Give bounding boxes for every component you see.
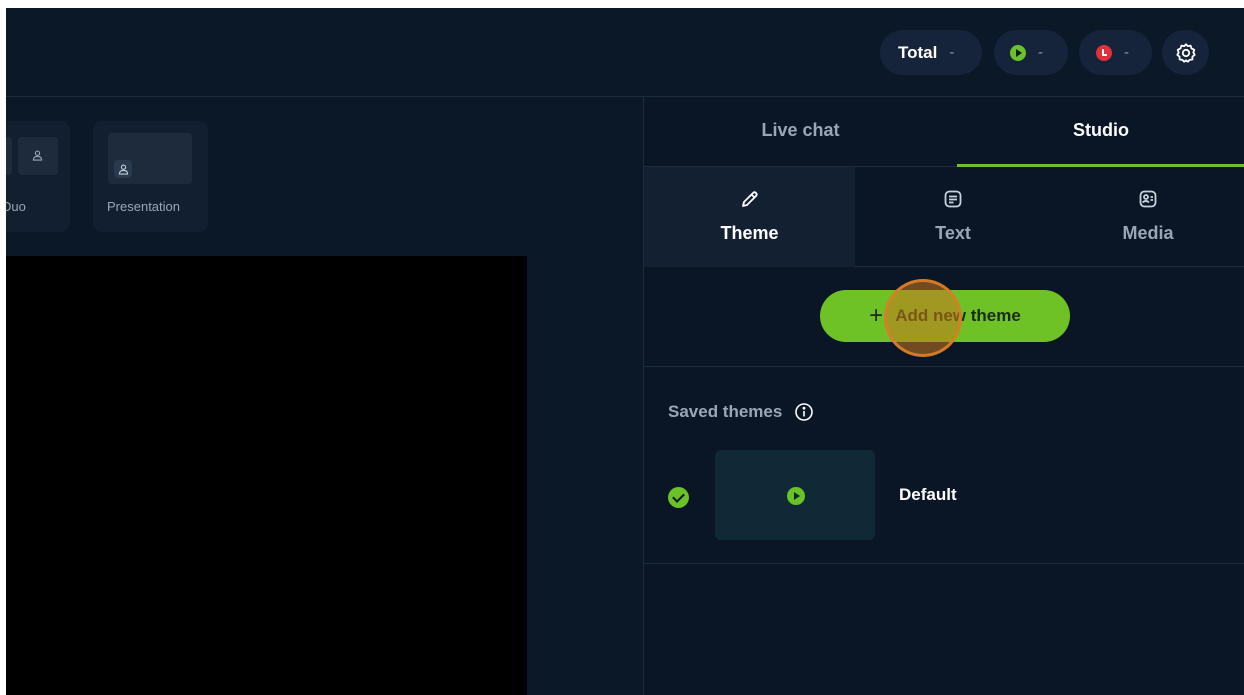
studio-subtabs: Theme Text Media xyxy=(644,167,1244,267)
plus-icon: + xyxy=(869,302,884,329)
subtab-text-label: Text xyxy=(935,223,971,243)
live-viewers-pill[interactable]: - xyxy=(994,30,1068,75)
add-theme-row: + Add new theme xyxy=(644,267,1244,367)
media-icon xyxy=(1139,190,1157,208)
subtab-theme-label: Theme xyxy=(720,223,779,243)
layout-thumb xyxy=(108,133,192,184)
settings-button[interactable] xyxy=(1162,30,1209,75)
person-icon xyxy=(32,150,43,161)
video-preview[interactable] xyxy=(6,256,527,695)
top-bar: Total - - - xyxy=(6,8,1244,97)
subtab-media-label: Media xyxy=(1122,223,1174,243)
info-icon[interactable] xyxy=(794,402,814,422)
total-label: Total xyxy=(898,42,938,62)
total-viewers-pill[interactable]: Total - xyxy=(880,30,982,75)
text-icon xyxy=(944,190,962,208)
live-value: - xyxy=(1038,44,1043,61)
person-icon xyxy=(118,164,129,175)
tab-studio-label: Studio xyxy=(1073,119,1129,140)
subtab-theme[interactable]: Theme xyxy=(644,167,855,267)
tab-studio[interactable]: Studio xyxy=(957,97,1244,167)
subtab-media[interactable]: Media xyxy=(1051,167,1244,267)
layout-thumb xyxy=(6,137,12,175)
gear-icon xyxy=(1175,42,1196,63)
layout-presentation-card[interactable]: Presentation xyxy=(93,121,208,232)
tab-live-chat-label: Live chat xyxy=(761,119,840,140)
layout-presentation-label: Presentation xyxy=(107,199,180,214)
layout-thumb xyxy=(18,137,58,175)
panel-tabs: Live chat Studio xyxy=(644,97,1244,167)
saved-themes-heading: Saved themes xyxy=(668,402,814,422)
app-window: Total - - - Duo Presentation Live chat S… xyxy=(6,8,1244,695)
recording-pill[interactable]: - xyxy=(1079,30,1152,75)
theme-row-default[interactable]: Default xyxy=(644,447,1244,564)
play-logo-icon xyxy=(787,487,805,505)
check-icon xyxy=(668,487,689,508)
layout-duo-card[interactable]: Duo xyxy=(6,121,70,232)
pencil-icon xyxy=(741,191,758,207)
recording-value: - xyxy=(1124,44,1129,61)
total-value: - xyxy=(949,44,955,61)
live-icon xyxy=(1010,44,1026,61)
subtab-text[interactable]: Text xyxy=(855,167,1051,267)
theme-thumbnail xyxy=(715,450,875,540)
add-new-theme-button[interactable]: + Add new theme xyxy=(820,290,1070,342)
layout-thumb-inset xyxy=(114,160,132,178)
side-panel: Live chat Studio Theme Text Media + Add … xyxy=(643,97,1244,695)
theme-name: Default xyxy=(899,485,957,504)
layout-duo-label: Duo xyxy=(6,199,26,214)
tab-live-chat[interactable]: Live chat xyxy=(644,97,957,167)
recording-icon xyxy=(1096,44,1112,61)
add-new-theme-label: Add new theme xyxy=(895,306,1021,325)
saved-themes-title: Saved themes xyxy=(668,402,783,421)
